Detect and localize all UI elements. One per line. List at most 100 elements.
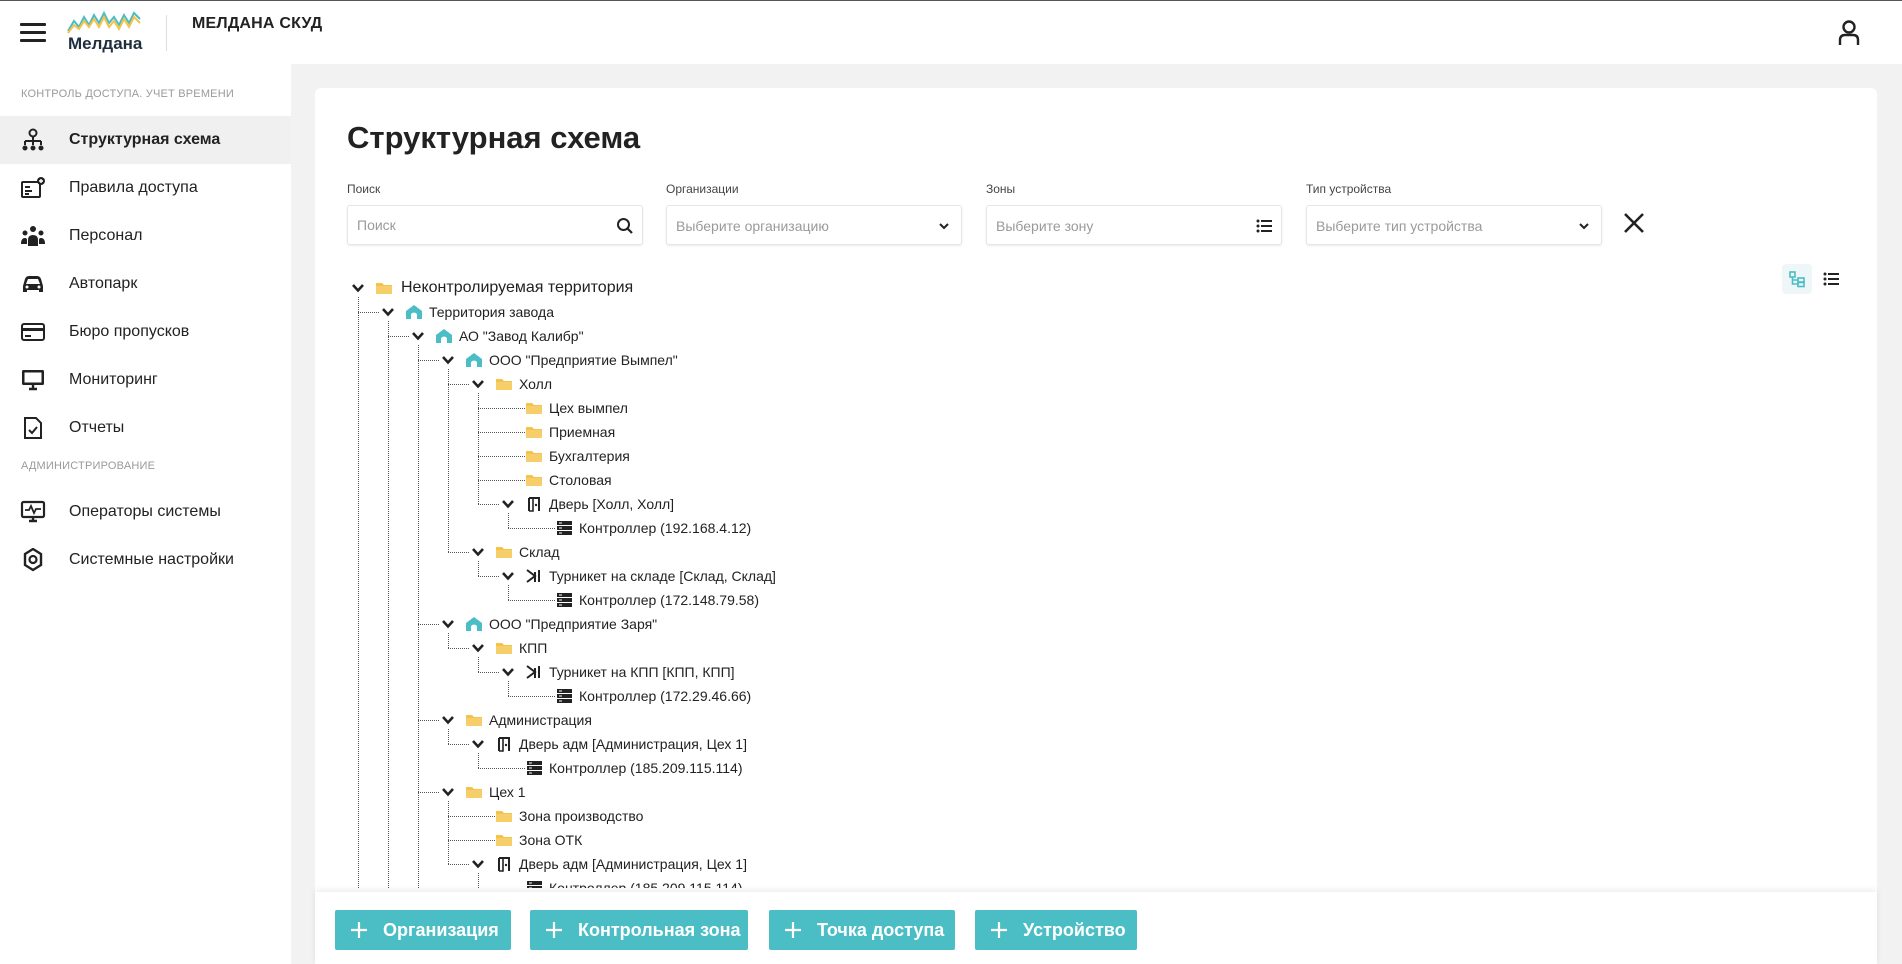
add-device-button[interactable]: Устройство: [975, 910, 1137, 950]
tree-view-toggle[interactable]: [1782, 264, 1812, 294]
tree-node-folder[interactable]: Склад: [315, 541, 1215, 563]
tree-node-label: Контроллер (185.209.115.114): [549, 880, 743, 888]
chevron-down-icon[interactable]: [471, 377, 485, 391]
tree-node-label: Цех вымпел: [549, 400, 628, 416]
tree-node-folder[interactable]: Зона производство: [315, 805, 1215, 827]
tree-node-label: Холл: [519, 376, 552, 392]
zones-label: Зоны: [986, 182, 1016, 196]
folder-icon: [465, 784, 483, 800]
tree-node-building[interactable]: АО "Завод Калибр": [315, 325, 1215, 347]
tree-node-label: Контроллер (172.148.79.58): [579, 592, 760, 608]
chevron-down-icon[interactable]: [471, 857, 485, 871]
sidebar-item-pass-bureau[interactable]: Бюро пропусков: [0, 308, 291, 356]
logo-text: Мелдана: [68, 34, 143, 53]
tree-node-label: Дверь адм [Администрация, Цех 1]: [519, 736, 747, 752]
access-rules-icon: [20, 176, 46, 200]
sidebar-item-system-settings[interactable]: Системные настройки: [0, 536, 291, 584]
menu-burger-icon[interactable]: [20, 23, 46, 43]
add-organization-button[interactable]: Организация: [335, 910, 511, 950]
chevron-down-icon[interactable]: [471, 641, 485, 655]
button-label: Контрольная зона: [578, 920, 741, 940]
tree-node-controller[interactable]: Контроллер (172.148.79.58): [315, 589, 1215, 611]
chevron-down-icon[interactable]: [501, 665, 515, 679]
chevron-down-icon[interactable]: [501, 497, 515, 511]
chevron-down-icon[interactable]: [441, 785, 455, 799]
tree-node-controller[interactable]: Контроллер (185.209.115.114): [315, 877, 1215, 888]
tree-node-building[interactable]: ООО "Предприятие Вымпел": [315, 349, 1215, 371]
tree-node-folder[interactable]: Цех вымпел: [315, 397, 1215, 419]
folder-icon: [465, 712, 483, 728]
building-icon: [465, 352, 483, 368]
tree-node-label: ООО "Предприятие Вымпел": [489, 352, 678, 368]
plus-icon: [991, 922, 1007, 938]
add-access-point-button[interactable]: Точка доступа: [769, 910, 955, 950]
search-icon[interactable]: [616, 217, 634, 235]
tree-node-folder[interactable]: КПП: [315, 637, 1215, 659]
tree-node-turnstile[interactable]: Турникет на складе [Склад, Склад]: [315, 565, 1215, 587]
tree-node-building[interactable]: Территория завода: [315, 301, 1215, 323]
tree-node-controller[interactable]: Контроллер (172.29.46.66): [315, 685, 1215, 707]
sidebar-item-structure[interactable]: Структурная схема: [0, 116, 291, 164]
tree-view-icon: [1789, 271, 1805, 288]
organization-select[interactable]: Выберите организацию: [666, 205, 962, 245]
tree-node-label: Бухгалтерия: [549, 448, 630, 464]
plus-icon: [785, 922, 801, 938]
tree-node-folder[interactable]: Приемная: [315, 421, 1215, 443]
report-icon: [20, 416, 46, 440]
tree-node-folder[interactable]: Неконтролируемая территория: [315, 277, 1215, 299]
tree-node-folder[interactable]: Зона ОТК: [315, 829, 1215, 851]
device-type-placeholder: Выберите тип устройства: [1316, 218, 1483, 234]
chevron-down-icon[interactable]: [381, 305, 395, 319]
plus-icon: [351, 922, 367, 938]
search-field: [347, 205, 643, 245]
chevron-down-icon[interactable]: [411, 329, 425, 343]
tree-node-label: Контроллер (172.29.46.66): [579, 688, 752, 704]
page-title: Структурная схема: [347, 120, 641, 155]
folder-icon: [495, 808, 513, 824]
tree-node-controller[interactable]: Контроллер (185.209.115.114): [315, 757, 1215, 779]
organizations-label: Организации: [666, 182, 739, 196]
add-control-zone-button[interactable]: Контрольная зона: [530, 910, 748, 950]
tree-node-label: Приемная: [549, 424, 616, 440]
tree-node-label: Турникет на КПП [КПП, КПП]: [549, 664, 735, 680]
tree-node-folder[interactable]: Администрация: [315, 709, 1215, 731]
tree-node-folder[interactable]: Столовая: [315, 469, 1215, 491]
tree-node-folder[interactable]: Холл: [315, 373, 1215, 395]
tree-node-label: Контроллер (192.168.4.12): [579, 520, 752, 536]
tree-node-door[interactable]: Дверь адм [Администрация, Цех 1]: [315, 853, 1215, 875]
device-type-label: Тип устройства: [1306, 182, 1392, 196]
sidebar-item-reports[interactable]: Отчеты: [0, 404, 291, 452]
sidebar-item-personnel[interactable]: Персонал: [0, 212, 291, 260]
tree-node-door[interactable]: Дверь [Холл, Холл]: [315, 493, 1215, 515]
zone-select[interactable]: Выберите зону: [986, 205, 1282, 245]
chevron-down-icon[interactable]: [471, 545, 485, 559]
tree-node-folder[interactable]: Бухгалтерия: [315, 445, 1215, 467]
chevron-down-icon[interactable]: [441, 353, 455, 367]
chevron-down-icon[interactable]: [501, 569, 515, 583]
tree-node-door[interactable]: Дверь адм [Администрация, Цех 1]: [315, 733, 1215, 755]
device-type-select[interactable]: Выберите тип устройства: [1306, 205, 1602, 245]
sidebar-item-fleet[interactable]: Автопарк: [0, 260, 291, 308]
tree-node-building[interactable]: ООО "Предприятие Заря": [315, 613, 1215, 635]
chevron-down-icon[interactable]: [441, 713, 455, 727]
sidebar-item-label: Правила доступа: [69, 179, 198, 196]
chevron-down-icon[interactable]: [471, 737, 485, 751]
user-profile-icon[interactable]: [1836, 19, 1862, 47]
button-label: Устройство: [1023, 920, 1126, 940]
tree-node-turnstile[interactable]: Турникет на КПП [КПП, КПП]: [315, 661, 1215, 683]
search-input[interactable]: [348, 206, 642, 244]
tree-node-label: Склад: [519, 544, 560, 560]
sidebar-item-access-rules[interactable]: Правила доступа: [0, 164, 291, 212]
tree-node-label: Столовая: [549, 472, 612, 488]
folder-icon: [495, 832, 513, 848]
chevron-down-icon[interactable]: [351, 281, 365, 295]
building-icon: [405, 304, 423, 320]
sidebar-item-operators[interactable]: Операторы системы: [0, 488, 291, 536]
tree-node-controller[interactable]: Контроллер (192.168.4.12): [315, 517, 1215, 539]
list-view-toggle[interactable]: [1816, 264, 1846, 294]
chevron-down-icon[interactable]: [441, 617, 455, 631]
tree-node-folder[interactable]: Цех 1: [315, 781, 1215, 803]
clear-filters-close-icon[interactable]: [1621, 210, 1647, 236]
sidebar-item-monitoring[interactable]: Мониторинг: [0, 356, 291, 404]
sidebar-item-label: Структурная схема: [69, 131, 221, 148]
